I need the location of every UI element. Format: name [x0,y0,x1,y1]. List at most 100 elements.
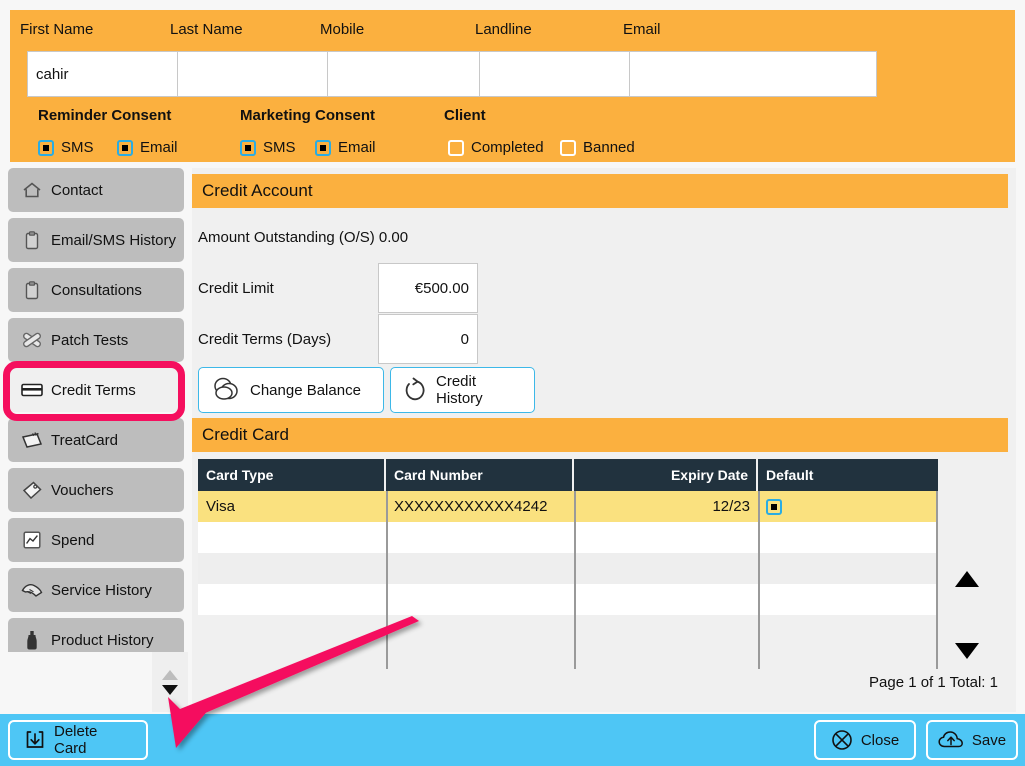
sidebar-item-product-history[interactable]: Product History [8,618,184,652]
sidebar-item-label: Spend [51,531,95,549]
marketing-consent-title: Marketing Consent [240,107,376,124]
sidebar-item-label: TreatCard [51,431,118,449]
button-label: Save [971,731,1007,749]
table-header-row: Card Type Card Number Expiry Date Defaul… [198,459,938,491]
close-button[interactable]: Close [814,720,916,760]
sidebar-item-label: Contact [51,181,103,199]
cell-card-number: XXXXXXXXXXXX4242 [394,498,548,515]
reminder-consent-sms-option[interactable]: SMS [38,139,94,156]
sidebar-item-label: Credit Terms [51,381,136,399]
sidebar-item-consultations[interactable]: Consultations [8,268,184,312]
sidebar-item-label: Vouchers [51,481,114,499]
table-row[interactable] [198,584,938,615]
sidebar-item-treatcard[interactable]: TreatCard [8,418,184,462]
sidebar-item-label: Service History [51,581,152,599]
coins-icon [212,377,242,403]
sidebar-item-label: Product History [51,631,154,649]
cell-card-type [198,584,386,615]
table-row[interactable] [198,553,938,584]
email-input[interactable] [630,52,876,96]
column-header-default[interactable]: Default [758,459,938,491]
landline-input[interactable] [480,52,630,96]
client-completed-option[interactable]: Completed [448,139,544,156]
radio-icon[interactable] [117,139,133,156]
radio-icon[interactable] [315,139,331,156]
credit-card-table: Card Type Card Number Expiry Date Defaul… [198,459,938,615]
save-button[interactable]: Save [926,720,1018,760]
change-balance-button[interactable]: Change Balance [198,367,384,413]
sidebar-item-credit-terms[interactable]: Credit Terms [8,368,184,412]
checkbox-icon[interactable] [448,139,464,156]
clipboard-icon [21,230,43,250]
sidebar-item-label: Email/SMS History [51,231,177,249]
cell-card-number [386,522,574,553]
client-group-title: Client [444,107,486,124]
label-last-name: Last Name [170,21,243,38]
cell-default [758,553,938,584]
reminder-consent-title: Reminder Consent [38,107,172,124]
option-label: SMS [61,139,94,156]
table-row[interactable] [198,522,938,553]
bottle-icon [21,630,43,650]
cell-expiry-date [574,584,758,615]
credit-history-button[interactable]: Credit History [390,367,535,413]
first-name-input[interactable] [28,52,178,96]
column-header-card-number[interactable]: Card Number [386,459,574,491]
option-label: SMS [263,139,296,156]
label-landline: Landline [475,21,532,38]
marketing-consent-sms-option[interactable]: SMS [240,139,296,156]
scroll-down-icon[interactable] [162,684,178,695]
column-header-card-type[interactable]: Card Type [198,459,386,491]
hands-icon [21,580,43,600]
sidebar-item-vouchers[interactable]: Vouchers [8,468,184,512]
label-email: Email [623,21,661,38]
cell-expiry-date [574,553,758,584]
cell-default [758,584,938,615]
button-label: Credit History [436,373,483,407]
undo-arrow-icon [404,377,428,403]
bandage-icon [21,330,43,350]
clipboard-icon [21,280,43,300]
sidebar-item-service-history[interactable]: Service History [8,568,184,612]
sidebar-item-email-sms-history[interactable]: Email/SMS History [8,218,184,262]
mobile-input[interactable] [328,52,480,96]
last-name-input[interactable] [178,52,328,96]
consent-group-titles: Reminder Consent Marketing Consent Clien… [38,107,838,127]
cell-card-number [386,584,574,615]
radio-icon[interactable] [38,139,54,156]
home-icon [21,180,43,200]
consent-options-row: SMS Email SMS Email Completed Banned [38,139,838,161]
table-scroll-controls[interactable] [947,571,987,659]
contact-field-labels: First Name Last Name Mobile Landline Ema… [20,20,880,46]
button-label: Change Balance [250,381,361,399]
cell-card-type [198,553,386,584]
option-label: Completed [471,139,544,156]
table-scroll-down-icon[interactable] [955,643,979,659]
credit-limit-row: Credit Limit [198,263,478,313]
table-row[interactable]: Visa XXXXXXXXXXXX4242 12/23 [198,491,938,522]
amount-outstanding-text: Amount Outstanding (O/S) 0.00 [198,229,409,246]
credit-account-section-header: Credit Account [192,174,1008,208]
option-label: Banned [583,139,635,156]
bottom-action-bar: Delete Card Close Save [0,714,1025,766]
client-banned-option[interactable]: Banned [560,139,635,156]
delete-card-button[interactable]: Delete Card [8,720,148,760]
credit-limit-input[interactable] [378,263,478,313]
sidebar-item-spend[interactable]: Spend [8,518,184,562]
sidebar-scroll-controls[interactable] [152,652,188,712]
radio-icon[interactable] [240,139,256,156]
scroll-up-icon[interactable] [162,669,178,680]
checkbox-icon[interactable] [560,139,576,156]
main-content: Credit Account Amount Outstanding (O/S) … [192,168,1016,712]
option-label: Email [338,139,376,156]
sidebar-item-label: Patch Tests [51,331,129,349]
sidebar-item-patch-tests[interactable]: Patch Tests [8,318,184,362]
column-header-expiry-date[interactable]: Expiry Date [574,459,758,491]
table-scroll-up-icon[interactable] [955,571,979,587]
cell-card-type: Visa [206,498,235,515]
reminder-consent-email-option[interactable]: Email [117,139,178,156]
default-radio-icon[interactable] [766,498,782,515]
marketing-consent-email-option[interactable]: Email [315,139,376,156]
sidebar-item-contact[interactable]: Contact [8,168,184,212]
credit-terms-input[interactable] [378,314,478,364]
